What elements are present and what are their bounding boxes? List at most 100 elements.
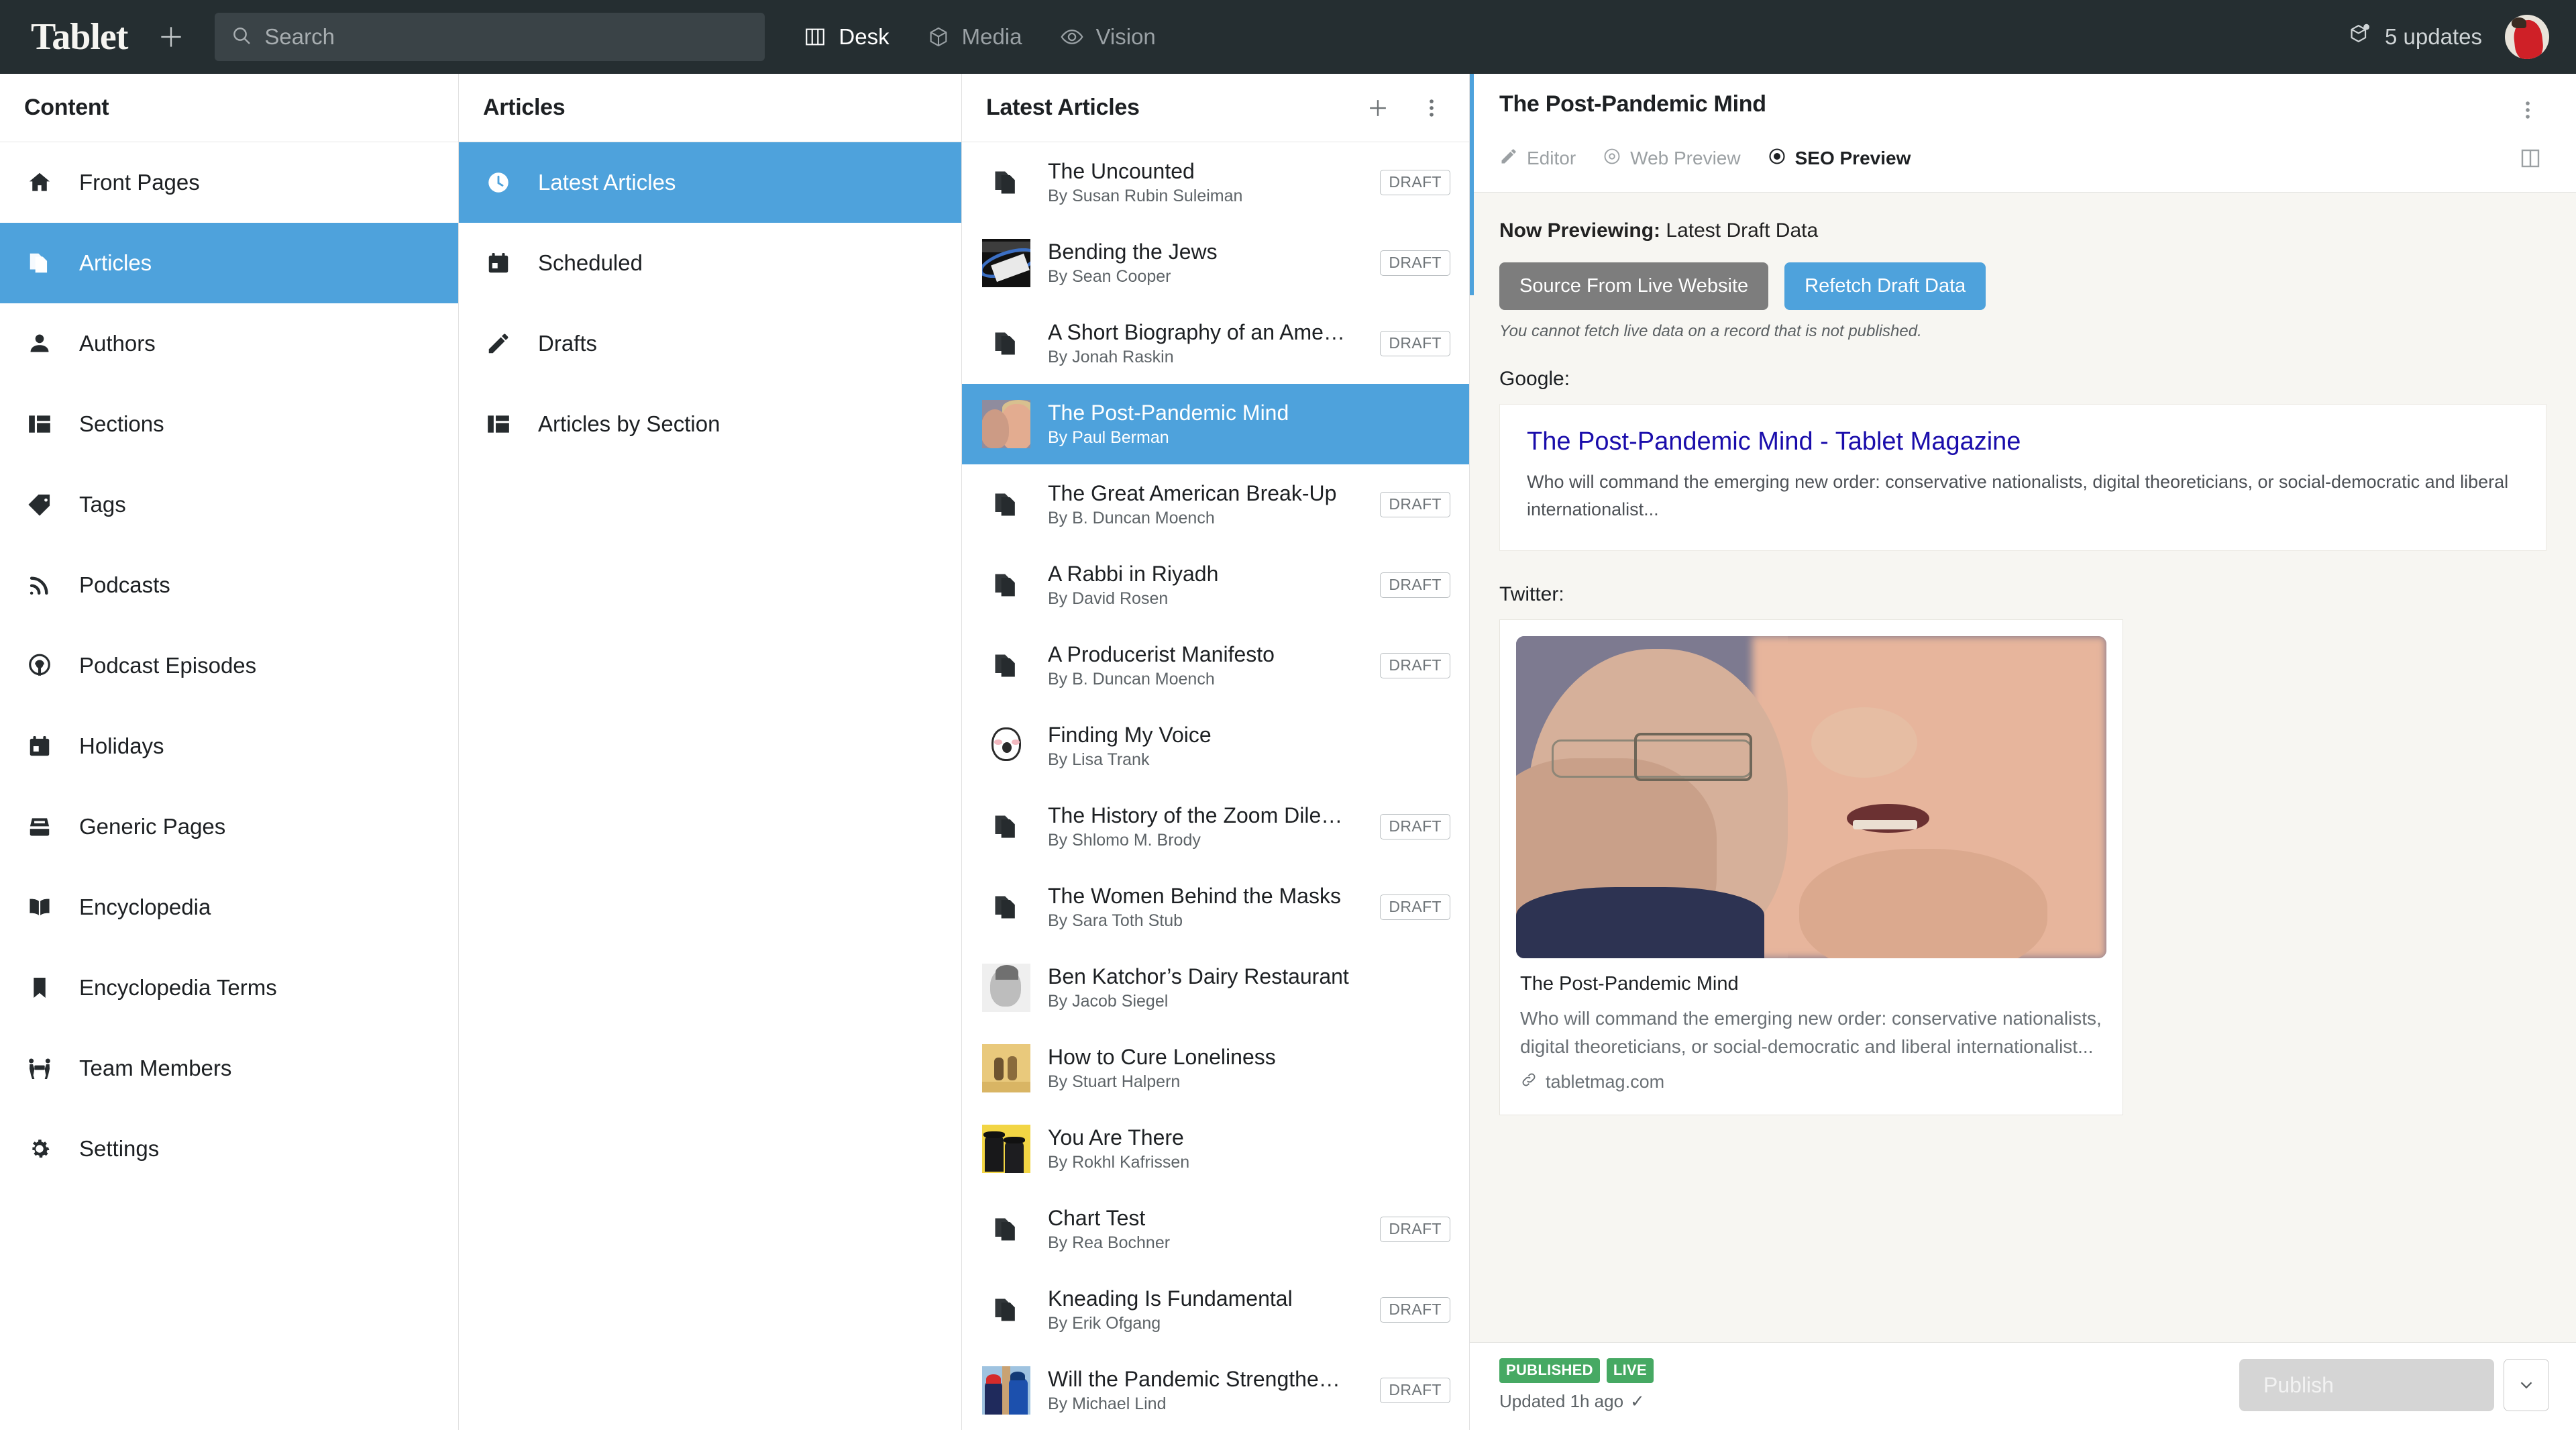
updates-button[interactable]: 5 updates (2347, 21, 2482, 52)
article-list-item[interactable]: A Short Biography of an Ame…By Jonah Ras… (962, 303, 1469, 384)
sidebar-item-generic-pages[interactable]: Generic Pages (0, 786, 458, 867)
article-list-item[interactable]: The Post-Pandemic MindBy Paul Berman (962, 384, 1469, 464)
article-list-item[interactable]: Kneading Is FundamentalBy Erik OfgangDRA… (962, 1270, 1469, 1350)
publish-controls: Publish (2239, 1359, 2549, 1411)
source-from-live-website-button[interactable]: Source From Live Website (1499, 262, 1768, 310)
sidebar-item-team-members[interactable]: Team Members (0, 1028, 458, 1109)
documents-icon (24, 250, 55, 276)
search-placeholder: Search (264, 24, 335, 50)
google-preview-card: The Post-Pandemic Mind - Tablet Magazine… (1499, 404, 2546, 551)
tab-editor[interactable]: Editor (1499, 147, 1576, 170)
sidebar-item-settings[interactable]: Settings (0, 1109, 458, 1189)
sidebar-item-articles[interactable]: Articles (0, 223, 458, 303)
team-icon (24, 1055, 55, 1082)
tab-seo-preview[interactable]: SEO Preview (1768, 147, 1911, 170)
document-more-button[interactable] (2509, 91, 2546, 129)
sidebar-item-articles-label: Articles (79, 250, 152, 276)
article-author: By Michael Lind (1048, 1394, 1362, 1414)
target-eye-icon (1768, 147, 1786, 170)
articles-item-by-section[interactable]: Articles by Section (459, 384, 961, 464)
avatar[interactable] (2505, 15, 2549, 59)
top-navigation-bar: Tablet Search Desk (0, 0, 2576, 74)
article-list-item[interactable]: A Producerist ManifestoBy B. Duncan Moen… (962, 625, 1469, 706)
article-author: By Stuart Halpern (1048, 1072, 1450, 1092)
sidebar-item-authors[interactable]: Authors (0, 303, 458, 384)
article-meta: The UncountedBy Susan Rubin Suleiman (1048, 159, 1362, 206)
nav-item-media[interactable]: Media (927, 24, 1022, 50)
article-meta: The Great American Break-UpBy B. Duncan … (1048, 481, 1362, 528)
document-footer: PUBLISHED LIVE Updated 1h ago ✓ Publish (1470, 1342, 2576, 1430)
main-body: Content Front Pages Articles (0, 74, 2576, 1430)
status-badge-draft: DRAFT (1380, 1297, 1450, 1323)
publish-button[interactable]: Publish (2239, 1359, 2494, 1411)
google-preview-title[interactable]: The Post-Pandemic Mind - Tablet Magazine (1527, 427, 2519, 456)
article-list-item[interactable]: Bending the JewsBy Sean CooperDRAFT (962, 223, 1469, 303)
new-document-button[interactable] (152, 17, 191, 56)
tag-icon (24, 492, 55, 517)
nav-item-media-label: Media (962, 24, 1022, 50)
article-list-item[interactable]: How to Cure LonelinessBy Stuart Halpern (962, 1028, 1469, 1109)
articles-item-scheduled[interactable]: Scheduled (459, 223, 961, 303)
file-tray-icon (24, 814, 55, 839)
article-list-item[interactable]: The UncountedBy Susan Rubin SuleimanDRAF… (962, 142, 1469, 223)
article-thumbnail (982, 1044, 1030, 1092)
publish-options-button[interactable] (2504, 1359, 2549, 1411)
articles-pane-list: Latest Articles Scheduled Draft (459, 142, 961, 1430)
refetch-draft-data-button[interactable]: Refetch Draft Data (1784, 262, 1986, 310)
sidebar-item-settings-label: Settings (79, 1136, 159, 1162)
article-title: Ben Katchor’s Dairy Restaurant (1048, 964, 1450, 990)
article-meta: Will the Pandemic Strengthe…By Michael L… (1048, 1367, 1362, 1414)
sidebar-item-podcast-episodes[interactable]: Podcast Episodes (0, 625, 458, 706)
sidebar-item-tags[interactable]: Tags (0, 464, 458, 545)
article-list-item[interactable]: Finding My VoiceBy Lisa Trank (962, 706, 1469, 786)
sidebar-item-front-pages[interactable]: Front Pages (0, 142, 458, 223)
latest-articles-title: Latest Articles (986, 95, 1140, 121)
article-author: By Lisa Trank (1048, 750, 1450, 770)
status-badge-published: PUBLISHED (1499, 1358, 1600, 1383)
sidebar-item-sections[interactable]: Sections (0, 384, 458, 464)
article-list-item[interactable]: The History of the Zoom Dile…By Shlomo M… (962, 786, 1469, 867)
content-pane-title: Content (24, 95, 109, 121)
status-badge-draft: DRAFT (1380, 572, 1450, 598)
split-pane-icon[interactable] (2512, 140, 2549, 177)
app-logo[interactable]: Tablet (31, 15, 127, 58)
articles-item-latest[interactable]: Latest Articles (459, 142, 961, 223)
article-list-item[interactable]: Will the Pandemic Strengthe…By Michael L… (962, 1350, 1469, 1430)
sidebar-item-authors-label: Authors (79, 331, 156, 356)
article-author: By Sara Toth Stub (1048, 911, 1362, 931)
nav-item-desk[interactable]: Desk (804, 24, 889, 50)
article-list-item[interactable]: The Great American Break-UpBy B. Duncan … (962, 464, 1469, 545)
sidebar-item-encyclopedia[interactable]: Encyclopedia (0, 867, 458, 948)
layout-icon (24, 411, 55, 437)
sidebar-item-podcasts[interactable]: Podcasts (0, 545, 458, 625)
status-badge-draft: DRAFT (1380, 492, 1450, 517)
sidebar-item-podcast-episodes-label: Podcast Episodes (79, 653, 256, 678)
sidebar-item-holidays[interactable]: Holidays (0, 706, 458, 786)
search-input[interactable]: Search (215, 13, 765, 61)
article-list-item[interactable]: Chart TestBy Rea BochnerDRAFT (962, 1189, 1469, 1270)
app-root: Tablet Search Desk (0, 0, 2576, 1430)
articles-pane: Articles Latest Articles (459, 74, 962, 1430)
article-list-item[interactable]: A Rabbi in RiyadhBy David Rosen DRAFT (962, 545, 1469, 625)
article-author: By Erik Ofgang (1048, 1314, 1362, 1333)
document-icon (982, 480, 1030, 529)
seo-preview-body: Now Previewing: Latest Draft Data Source… (1470, 193, 2576, 1342)
article-title: The Post-Pandemic Mind (1048, 401, 1450, 426)
article-list-item[interactable]: Ben Katchor’s Dairy RestaurantBy Jacob S… (962, 948, 1469, 1028)
article-list-item[interactable]: You Are ThereBy Rokhl Kafrissen (962, 1109, 1469, 1189)
articles-item-scheduled-label: Scheduled (538, 250, 643, 276)
nav-item-vision[interactable]: Vision (1060, 24, 1156, 50)
sidebar-item-encyclopedia-terms-label: Encyclopedia Terms (79, 975, 277, 1001)
articles-item-drafts[interactable]: Drafts (459, 303, 961, 384)
article-title: A Short Biography of an Ame… (1048, 320, 1362, 346)
article-list-item[interactable]: The Women Behind the MasksBy Sara Toth S… (962, 867, 1469, 948)
tab-web-preview[interactable]: Web Preview (1603, 147, 1740, 170)
eye-icon (1060, 25, 1084, 49)
article-meta: Ben Katchor’s Dairy RestaurantBy Jacob S… (1048, 964, 1450, 1011)
latest-articles-more-button[interactable] (1413, 89, 1450, 127)
updates-label: 5 updates (2385, 24, 2482, 50)
article-author: By Susan Rubin Suleiman (1048, 187, 1362, 206)
sidebar-item-encyclopedia-terms[interactable]: Encyclopedia Terms (0, 948, 458, 1028)
article-meta: A Rabbi in RiyadhBy David Rosen (1048, 562, 1362, 609)
add-article-button[interactable] (1359, 89, 1397, 127)
